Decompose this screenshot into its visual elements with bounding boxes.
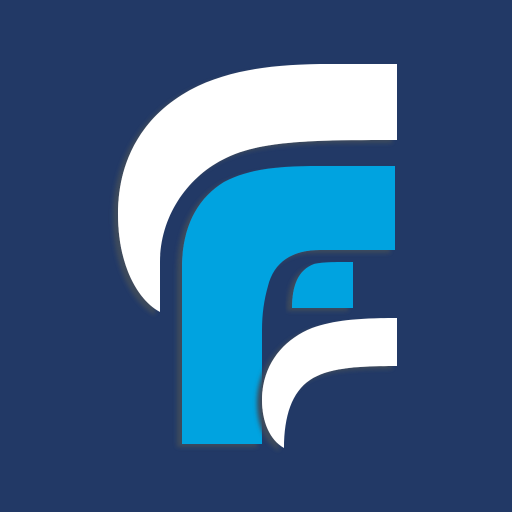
app-icon-tile: [0, 0, 512, 512]
stylized-letter-f-logo-icon: [0, 0, 512, 512]
